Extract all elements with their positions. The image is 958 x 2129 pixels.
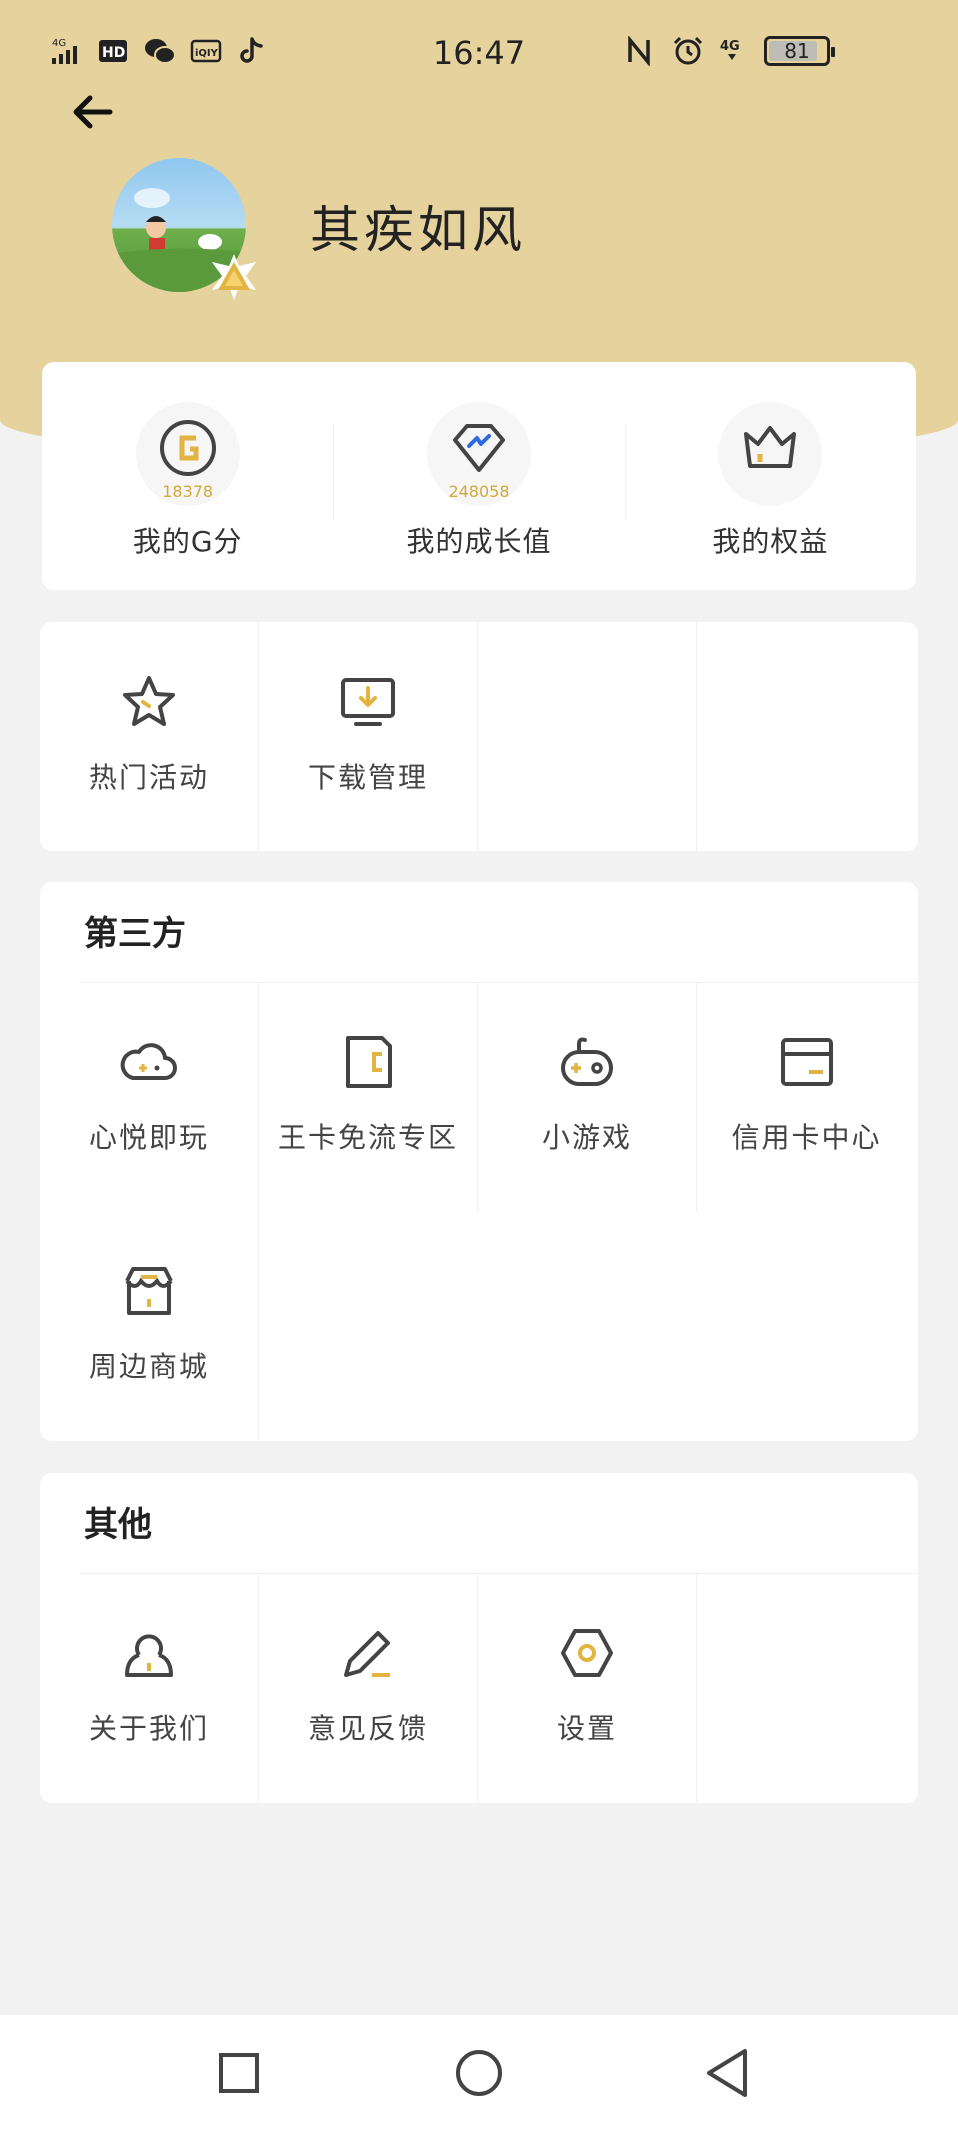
settings-label: 设置 [556,1712,617,1745]
sim-card-icon [346,1036,392,1088]
back-triangle-icon[interactable] [697,2041,761,2105]
download-manager-label: 下载管理 [307,761,428,794]
diamond-growth-icon [452,424,505,472]
vip-badge-icon [212,254,256,300]
alarm-icon [673,36,703,65]
stats-card: 18378 我的G分 248058 我的成长值 我的权益 [42,362,916,590]
feedback-label: 意见反馈 [307,1712,428,1745]
wangka-zone-item[interactable]: 王卡免流专区 [259,982,478,1211]
settings-hexagon-icon [561,1629,613,1677]
xinyue-play-item[interactable]: 心悦即玩 [40,982,259,1211]
g-score-label: 我的G分 [132,525,243,558]
empty-cell [478,622,697,851]
section-title-third-party: 第三方 [84,914,186,954]
xinyue-play-label: 心悦即玩 [88,1121,209,1154]
feedback-item[interactable]: 意见反馈 [259,1573,478,1802]
pencil-icon [344,1631,390,1677]
g-score-circle: 18378 [135,402,240,506]
benefits-stat[interactable]: 我的权益 [624,362,916,590]
g-score-icon [159,420,216,476]
download-monitor-icon [341,678,395,726]
download-manager-item[interactable]: 下载管理 [259,622,478,851]
hot-activities-label: 热门活动 [88,761,209,794]
battery-level: 81 [784,39,810,63]
growth-stat[interactable]: 248058 我的成长值 [333,362,624,590]
growth-label: 我的成长值 [406,525,552,558]
about-us-label: 关于我们 [88,1712,209,1745]
growth-circle: 248058 [426,402,531,506]
settings-item[interactable]: 设置 [478,1573,697,1802]
back-arrow-icon[interactable] [66,88,122,136]
third-party-card: 第三方 心悦即玩 王卡免流专区 小游戏 信用卡中心 周边商城 [40,882,918,1441]
gamepad-icon [561,1037,613,1086]
username[interactable]: 其疾如风 [310,190,526,262]
star-icon [123,676,175,726]
mini-games-item[interactable]: 小游戏 [478,982,697,1211]
nfc-icon [628,36,650,66]
battery-indicator: 81 [764,36,835,66]
home-circle-icon[interactable] [447,2041,511,2105]
credit-card-icon [780,1038,833,1086]
credit-card-center-label: 信用卡中心 [731,1121,882,1154]
growth-value: 248058 [448,482,510,501]
svg-text:4G: 4G [720,39,740,54]
g-score-stat[interactable]: 18378 我的G分 [42,362,333,590]
merch-store-label: 周边商城 [88,1350,209,1383]
benefits-label: 我的权益 [712,525,829,558]
about-us-item[interactable]: 关于我们 [40,1573,259,1802]
recent-apps-square-icon[interactable] [207,2041,271,2105]
crown-icon [744,426,797,468]
section-title-others: 其他 [84,1505,152,1545]
cloud-gamepad-icon [120,1043,177,1080]
credit-card-center-item[interactable]: 信用卡中心 [697,982,916,1211]
mini-games-label: 小游戏 [541,1121,632,1154]
wangka-zone-label: 王卡免流专区 [277,1121,458,1154]
benefits-circle [718,402,823,506]
merch-store-item[interactable]: 周边商城 [40,1211,259,1440]
system-nav-bar [0,2015,958,2129]
tools-card: 热门活动 下载管理 [40,622,918,851]
empty-cell [697,1573,916,1802]
g-score-value: 18378 [162,482,214,501]
other-card: 其他 关于我们 意见反馈 设置 [40,1473,918,1803]
4g-icon: 4G [720,39,740,60]
status-bar: 4G HD iQIY 16:47 4G 81 [0,0,958,110]
shop-icon [125,1267,173,1315]
user-icon [125,1634,173,1677]
hot-activities-item[interactable]: 热门活动 [40,622,259,851]
